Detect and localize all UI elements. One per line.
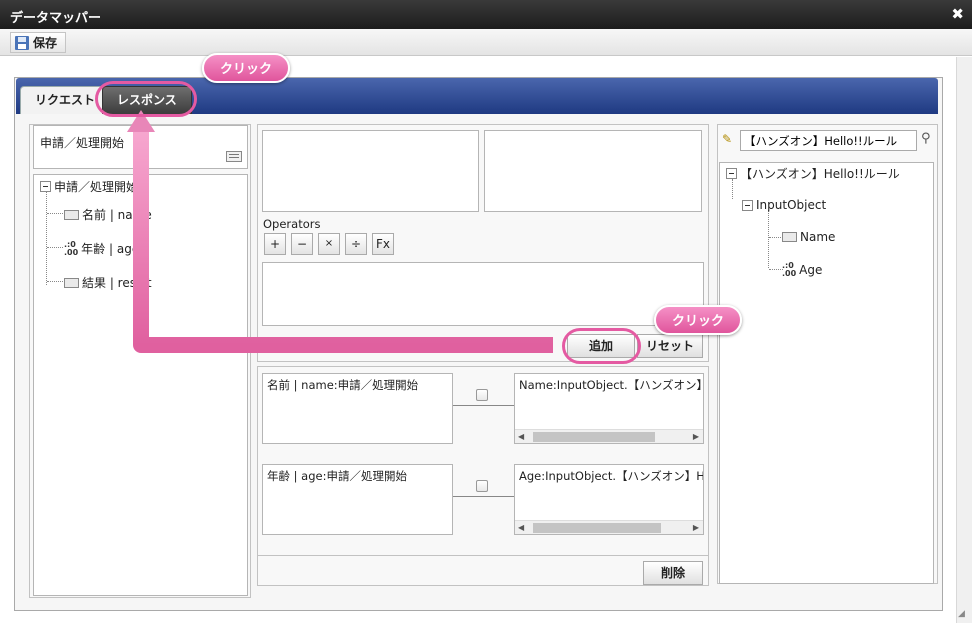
callout-click-tab: クリック (202, 53, 291, 83)
resize-grip-icon[interactable]: ◢ (958, 609, 965, 619)
callout-click-add: クリック (654, 305, 743, 335)
highlight-ring (95, 81, 197, 117)
highlight-ring (562, 328, 641, 364)
